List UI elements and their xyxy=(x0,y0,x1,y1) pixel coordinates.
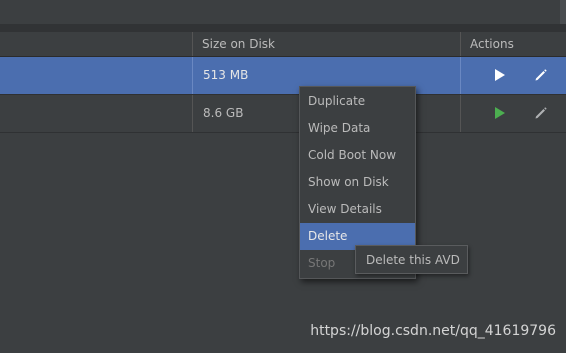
avd-name-cell xyxy=(0,95,192,132)
watermark-text: https://blog.csdn.net/qq_41619796 xyxy=(310,323,556,339)
menu-item-wipe-data[interactable]: Wipe Data xyxy=(300,115,415,142)
launch-button[interactable] xyxy=(492,67,508,83)
menu-item-cold-boot-now[interactable]: Cold Boot Now xyxy=(300,142,415,169)
play-icon xyxy=(495,107,505,119)
table-header: Size on Disk Actions xyxy=(0,32,566,57)
header-divider xyxy=(0,24,566,32)
play-icon xyxy=(495,69,505,81)
avd-manager-window: Size on Disk Actions 513 MB 8.6 GB Dupli… xyxy=(0,0,566,353)
column-header-size-on-disk[interactable]: Size on Disk xyxy=(192,32,460,56)
avd-table: Size on Disk Actions 513 MB 8.6 GB xyxy=(0,32,566,133)
menu-item-duplicate[interactable]: Duplicate xyxy=(300,88,415,115)
edit-button[interactable] xyxy=(533,105,549,121)
menu-item-show-on-disk[interactable]: Show on Disk xyxy=(300,169,415,196)
actions-cell xyxy=(460,95,566,132)
launch-button[interactable] xyxy=(492,105,508,121)
actions-cell xyxy=(460,57,566,94)
pencil-icon xyxy=(535,107,547,119)
avd-name-cell xyxy=(0,57,192,94)
scrollbar[interactable] xyxy=(560,0,566,24)
column-header-actions: Actions xyxy=(460,32,566,56)
menu-item-view-details[interactable]: View Details xyxy=(300,196,415,223)
pencil-icon xyxy=(535,69,547,81)
tooltip: Delete this AVD xyxy=(355,245,468,274)
table-row[interactable]: 513 MB xyxy=(0,57,566,95)
edit-button[interactable] xyxy=(533,67,549,83)
top-toolbar xyxy=(0,0,566,24)
table-row[interactable]: 8.6 GB xyxy=(0,95,566,133)
